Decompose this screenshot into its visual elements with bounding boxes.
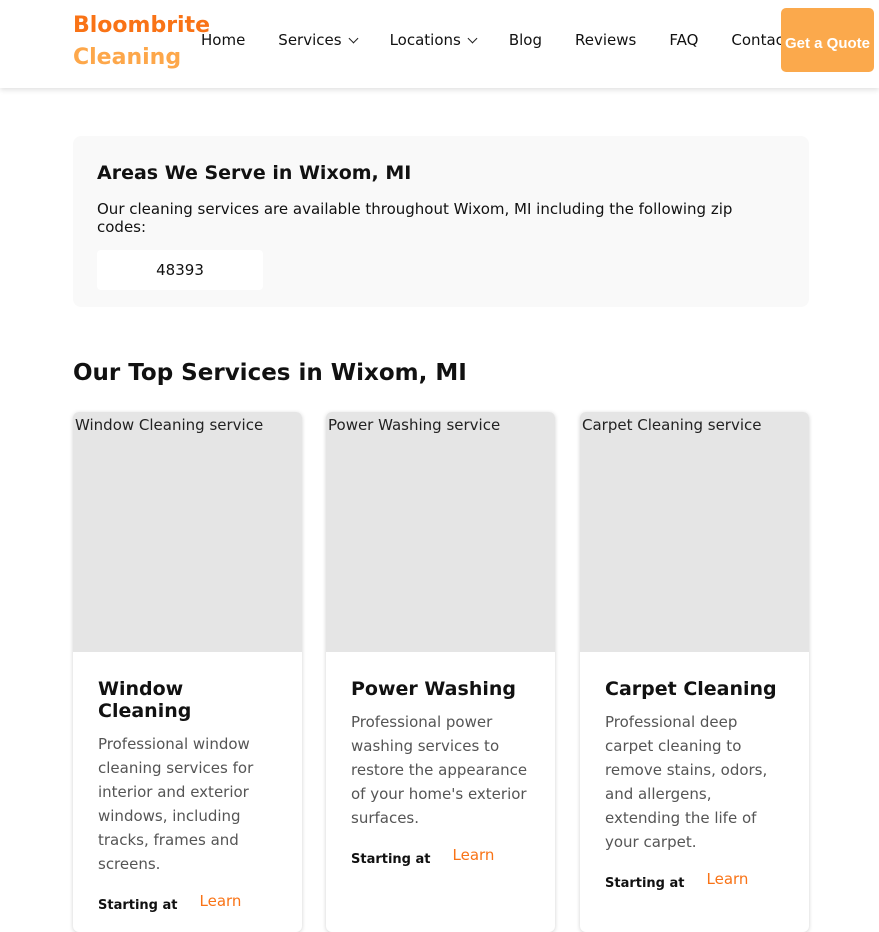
logo-line1: Bloombrite <box>73 13 211 38</box>
service-title: Window Cleaning <box>98 678 192 722</box>
service-description: Professional window cleaning services fo… <box>98 735 254 873</box>
service-card-window: Window Cleaning service Window Cleaning … <box>73 412 302 932</box>
zip-code: 48393 <box>97 250 263 290</box>
service-title: Carpet Cleaning <box>605 678 777 700</box>
starting-at-label: Starting at <box>605 876 685 891</box>
service-image: Window Cleaning service <box>73 412 302 652</box>
chevron-down-icon <box>467 33 478 43</box>
service-description: Professional deep carpet cleaning to rem… <box>605 713 768 851</box>
starting-at-label: Starting at <box>98 898 178 913</box>
service-card-power-washing: Power Washing service Power Washing Prof… <box>326 412 555 932</box>
nav-locations[interactable]: Locations <box>389 30 478 50</box>
main-nav: Home Services Locations Blog Reviews FAQ… <box>201 30 823 50</box>
areas-served-section: Areas We Serve in Wixom, MI Our cleaning… <box>73 136 809 307</box>
nav-home[interactable]: Home <box>201 30 245 50</box>
service-card-carpet: Carpet Cleaning service Carpet Cleaning … <box>580 412 809 932</box>
learn-more-link[interactable]: Learn <box>453 846 495 864</box>
nav-reviews[interactable]: Reviews <box>575 30 636 50</box>
nav-label: FAQ <box>669 31 699 49</box>
get-quote-button[interactable]: Get a Quote <box>781 8 874 72</box>
areas-text: Our cleaning services are available thro… <box>97 200 733 236</box>
service-title: Power Washing <box>351 678 516 700</box>
service-image: Carpet Cleaning service <box>580 412 809 652</box>
areas-title: Areas We Serve in Wixom, MI <box>97 162 412 184</box>
services-title: Our Top Services in Wixom, MI <box>73 360 467 386</box>
nav-label: Locations <box>389 31 461 49</box>
learn-more-link[interactable]: Learn <box>707 870 749 888</box>
nav-faq[interactable]: FAQ <box>669 30 698 50</box>
nav-label: Home <box>201 31 246 49</box>
chevron-down-icon <box>348 33 359 43</box>
learn-more-link[interactable]: Learn <box>200 892 242 910</box>
starting-at-label: Starting at <box>351 852 431 867</box>
site-header: Bloombrite Cleaning Home Services Locati… <box>0 0 879 88</box>
logo-line2: Cleaning <box>73 45 182 70</box>
nav-services[interactable]: Services <box>278 30 359 50</box>
service-image: Power Washing service <box>326 412 555 652</box>
nav-label: Blog <box>508 31 542 49</box>
nav-label: Reviews <box>575 31 637 49</box>
service-description: Professional power washing services to r… <box>351 713 528 827</box>
logo[interactable]: Bloombrite Cleaning <box>73 10 210 74</box>
nav-blog[interactable]: Blog <box>509 30 542 50</box>
nav-label: Services <box>278 31 342 49</box>
